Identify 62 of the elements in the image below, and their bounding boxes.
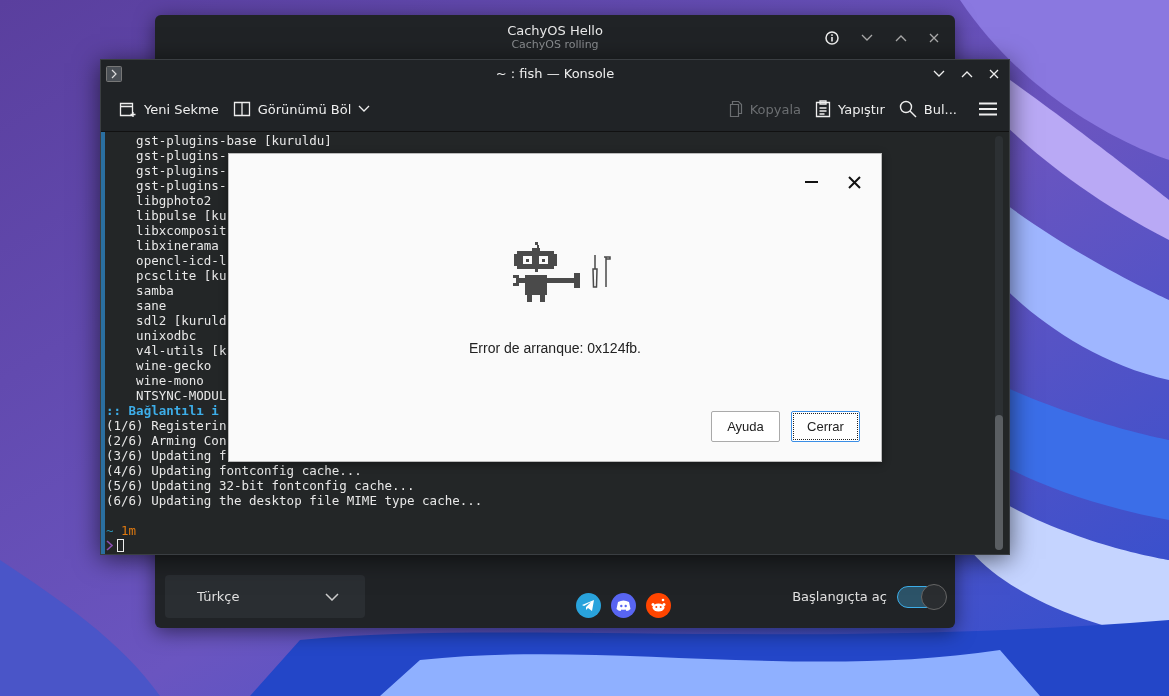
robot-drawing (513, 242, 581, 302)
search-icon (898, 100, 917, 118)
terminal-line: gst-plugins- (135, 163, 227, 178)
text-cursor (117, 539, 124, 552)
find-button[interactable]: Bul... (894, 96, 961, 122)
dialog-button[interactable]: Ayuda (711, 411, 780, 442)
dialog-button[interactable]: Cerrar (791, 411, 860, 442)
tools-icon (591, 255, 611, 289)
terminal-line: gst-plugins-base [kuruldu] (135, 133, 332, 148)
terminal-line: v4l-utils [k (135, 343, 227, 358)
terminal-line: :: Bağlantılı i (105, 403, 219, 418)
terminal-line: gst-plugins- (135, 148, 227, 163)
terminal-line: libgphoto2 (135, 193, 212, 208)
terminal-line: NTSYNC-MODUL (135, 388, 227, 403)
terminal-line: sdl2 [kuruld (135, 313, 227, 328)
autostart-label: Başlangıçta aç (792, 589, 887, 604)
terminal-line: (3/6) Updating f (105, 448, 227, 463)
maximize-icon[interactable] (895, 34, 907, 42)
error-message: Error de arranque: 0x124fb. (468, 340, 642, 356)
reddit-icon[interactable] (646, 593, 672, 618)
language-select[interactable]: Türkçe (165, 575, 365, 618)
menu-icon[interactable] (979, 102, 997, 116)
minimize-icon[interactable] (805, 181, 818, 184)
telegram-icon[interactable] (576, 593, 602, 618)
terminal-line: libpulse [ku (135, 208, 227, 223)
scrollbar-thumb[interactable] (995, 415, 1003, 550)
minimize-icon[interactable] (861, 34, 873, 42)
close-icon[interactable] (929, 33, 939, 43)
terminal-line: opencl-icd-l (135, 253, 227, 268)
prompt-path: ~ (106, 523, 114, 538)
terminal-line: unixodbc (135, 328, 197, 343)
clipboard-icon (815, 100, 831, 118)
new-tab-button[interactable]: Yeni Sekme (115, 96, 223, 122)
terminal-line: (5/6) Updating 32-bit fontconfig cache... (105, 478, 415, 493)
chevron-down-icon (358, 105, 371, 113)
terminal-line: (4/6) Updating fontconfig cache... (105, 463, 362, 478)
split-view-icon (232, 100, 251, 118)
split-button[interactable]: Görünümü Böl (228, 96, 375, 122)
terminal-line: wine-mono (135, 373, 204, 388)
terminal-line: (2/6) Arming Con (105, 433, 227, 448)
terminal-line: (1/6) Registerin (105, 418, 227, 433)
new-tab-icon (119, 100, 137, 118)
paste-button[interactable]: Yapıştır (811, 96, 889, 122)
chevron-down-icon (325, 592, 339, 601)
terminal-line: libxcomposit (135, 223, 227, 238)
terminal-line: pcsclite [ku (135, 268, 227, 283)
terminal-line: libxinerama (135, 238, 219, 253)
command-duration: 1m (121, 523, 137, 538)
terminal-line: gst-plugins- (135, 178, 227, 193)
terminal-line: samba (135, 283, 174, 298)
close-icon[interactable] (848, 176, 861, 189)
terminal-line: sane (135, 298, 167, 313)
window-title: ~ : fish — Konsole (495, 66, 615, 81)
discord-icon[interactable] (611, 593, 637, 618)
terminal-icon (106, 65, 122, 82)
terminal-line: (6/6) Updating the desktop file MIME type cache... (105, 493, 483, 508)
autostart-toggle[interactable] (897, 585, 945, 608)
window-title: CachyOS Hello (507, 23, 603, 38)
window-subtitle: CachyOS rolling (511, 38, 599, 51)
info-icon[interactable] (825, 31, 839, 45)
terminal-line: wine-gecko (135, 358, 212, 373)
prompt-chevron-icon (106, 540, 113, 551)
